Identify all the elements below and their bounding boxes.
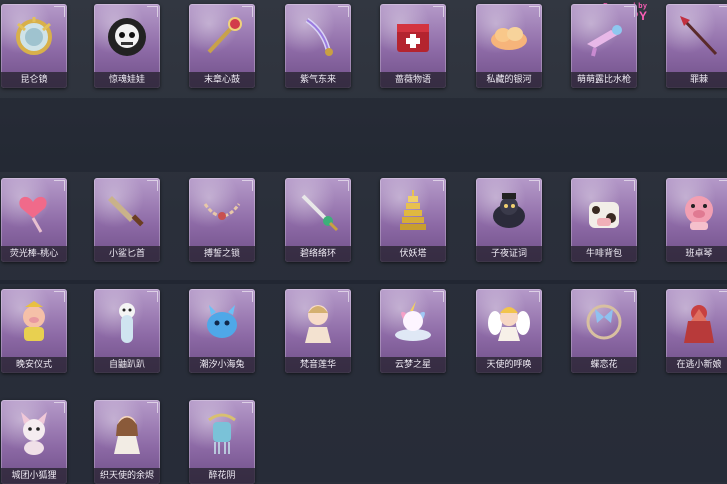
item-grid: 昆仑镜 惊魂娃娃 末章心鼓 紫气东来 蔷薇物语 私藏的银河 萌萌露比水枪 罪棘荧光棒-桃心 小鲨… <box>0 0 727 484</box>
blade-icon <box>291 184 345 238</box>
item-name: 班卓琴 <box>666 246 727 262</box>
dagger-icon <box>100 184 154 238</box>
item-card[interactable]: 班卓琴 <box>666 178 727 262</box>
cloud-icon <box>482 10 536 64</box>
butterfly-ring-icon <box>577 295 631 349</box>
bride-icon <box>672 295 726 349</box>
sea-bunny-icon <box>195 295 249 349</box>
item-name: 子夜证词 <box>476 246 542 262</box>
scepter-icon <box>195 10 249 64</box>
item-card[interactable]: 梵音莲华 <box>285 289 351 373</box>
item-card[interactable]: 醉花阴 <box>189 400 255 484</box>
fox-icon <box>7 406 61 460</box>
chain-icon <box>195 184 249 238</box>
item-name: 蝶恋花 <box>571 357 637 373</box>
angel-girl-icon <box>100 406 154 460</box>
chest-icon <box>386 10 440 64</box>
skull-doll-icon <box>100 10 154 64</box>
item-card[interactable]: 晚安仪式 <box>1 289 67 373</box>
item-card[interactable]: 云梦之星 <box>380 289 446 373</box>
item-card[interactable]: 罪棘 <box>666 4 727 88</box>
item-name: 萌萌露比水枪 <box>571 72 637 88</box>
item-card[interactable]: 织天使的余烬 <box>94 400 160 484</box>
cow-backpack-icon <box>577 184 631 238</box>
weasel-icon <box>100 295 154 349</box>
item-name: 搏誓之锁 <box>189 246 255 262</box>
item-name: 荧光棒-桃心 <box>1 246 67 262</box>
spear-icon <box>672 10 726 64</box>
item-card[interactable]: 荧光棒-桃心 <box>1 178 67 262</box>
item-name: 天使的呼唤 <box>476 357 542 373</box>
crow-icon <box>482 184 536 238</box>
item-name: 在逃小新娘 <box>666 357 727 373</box>
doll-icon <box>291 295 345 349</box>
item-card[interactable]: 城团小狐狸 <box>1 400 67 484</box>
item-card[interactable]: 惊魂娃娃 <box>94 4 160 88</box>
item-card[interactable]: 搏誓之锁 <box>189 178 255 262</box>
item-card[interactable]: 伏妖塔 <box>380 178 446 262</box>
unicorn-icon <box>386 295 440 349</box>
item-card[interactable]: 在逃小新娘 <box>666 289 727 373</box>
item-name: 私藏的银河 <box>476 72 542 88</box>
item-card[interactable]: 蔷薇物语 <box>380 4 446 88</box>
item-name: 牛啡背包 <box>571 246 637 262</box>
lantern-icon <box>195 406 249 460</box>
item-name: 惊魂娃娃 <box>94 72 160 88</box>
item-name: 紫气东来 <box>285 72 351 88</box>
item-name: 云梦之星 <box>380 357 446 373</box>
item-name: 小鲨匕首 <box>94 246 160 262</box>
item-name: 自鼬趴趴 <box>94 357 160 373</box>
item-card[interactable]: 天使的呼唤 <box>476 289 542 373</box>
item-card[interactable]: 紫气东来 <box>285 4 351 88</box>
item-card[interactable]: 碧络络环 <box>285 178 351 262</box>
item-name: 潮汐小海兔 <box>189 357 255 373</box>
item-name: 伏妖塔 <box>380 246 446 262</box>
item-card[interactable]: 昆仑镜 <box>1 4 67 88</box>
angel-icon <box>482 295 536 349</box>
water-gun-icon <box>577 10 631 64</box>
pig-toy-icon <box>672 184 726 238</box>
item-name: 末章心鼓 <box>189 72 255 88</box>
sword-icon <box>291 10 345 64</box>
item-card[interactable]: 蝶恋花 <box>571 289 637 373</box>
mirror-icon <box>7 10 61 64</box>
item-card[interactable]: 自鼬趴趴 <box>94 289 160 373</box>
item-card[interactable]: 末章心鼓 <box>189 4 255 88</box>
item-name: 蔷薇物语 <box>380 72 446 88</box>
pig-figure-icon <box>7 295 61 349</box>
item-card[interactable]: 萌萌露比水枪 <box>571 4 637 88</box>
item-name: 昆仑镜 <box>1 72 67 88</box>
item-card[interactable]: 潮汐小海兔 <box>189 289 255 373</box>
item-card[interactable]: 子夜证词 <box>476 178 542 262</box>
item-card[interactable]: 私藏的银河 <box>476 4 542 88</box>
heart-wand-icon <box>7 184 61 238</box>
item-name: 梵音莲华 <box>285 357 351 373</box>
item-card[interactable]: 小鲨匕首 <box>94 178 160 262</box>
item-name: 晚安仪式 <box>1 357 67 373</box>
item-name: 碧络络环 <box>285 246 351 262</box>
item-name: 罪棘 <box>666 72 727 88</box>
item-card[interactable]: 牛啡背包 <box>571 178 637 262</box>
pagoda-icon <box>386 184 440 238</box>
